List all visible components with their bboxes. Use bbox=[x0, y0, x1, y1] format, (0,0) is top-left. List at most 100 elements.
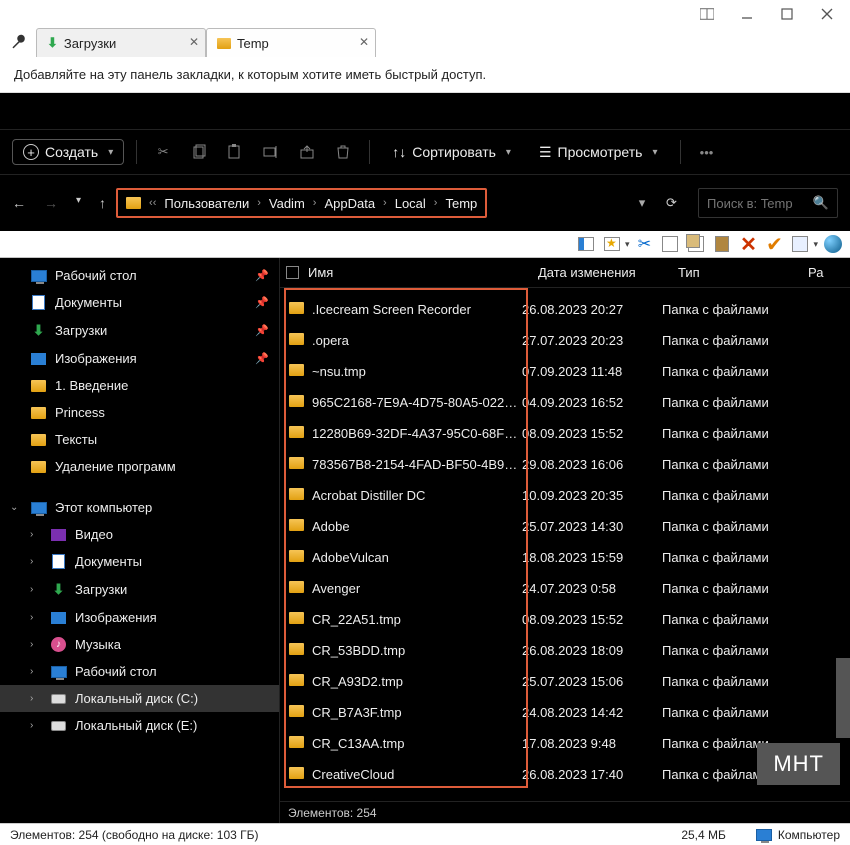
paste-icon[interactable] bbox=[221, 144, 249, 160]
chevron-down-icon[interactable]: ▾ bbox=[76, 195, 81, 211]
forward-icon[interactable]: → bbox=[44, 195, 58, 211]
address-dropdown-icon[interactable]: ▾ bbox=[628, 195, 656, 211]
breadcrumb-item[interactable]: Temp bbox=[445, 196, 477, 211]
file-row[interactable]: CR_B7A3F.tmp24.08.2023 14:42Папка с файл… bbox=[286, 697, 844, 728]
file-row[interactable]: .opera27.07.2023 20:23Папка с файлами bbox=[286, 325, 844, 356]
up-icon[interactable]: ↑ bbox=[99, 195, 106, 211]
sidebar-item-label: Тексты bbox=[55, 432, 97, 447]
delete-icon[interactable]: ✕ bbox=[737, 233, 759, 255]
file-type: Папка с файлами bbox=[662, 674, 792, 689]
minimize-icon[interactable] bbox=[736, 3, 758, 25]
chevron-right-icon[interactable]: › bbox=[30, 693, 33, 704]
sidebar-item[interactable]: Рабочий стол📌 bbox=[0, 262, 279, 289]
sidebar-item[interactable]: Princess bbox=[0, 399, 279, 426]
sidebar-item[interactable]: ›Документы bbox=[0, 548, 279, 575]
chevron-right-icon[interactable]: › bbox=[30, 584, 33, 595]
view-button[interactable]: ☰ Просмотреть ▾ bbox=[529, 140, 668, 165]
more-icon[interactable]: ••• bbox=[693, 145, 721, 160]
file-row[interactable]: Acrobat Distiller DC10.09.2023 20:35Папк… bbox=[286, 480, 844, 511]
breadcrumb-item[interactable]: Vadim bbox=[269, 196, 305, 211]
sidebar-item[interactable]: Удаление программ bbox=[0, 453, 279, 480]
column-date[interactable]: Дата изменения bbox=[538, 265, 678, 280]
sidebar-item[interactable]: Тексты bbox=[0, 426, 279, 453]
file-row[interactable]: CR_22A51.tmp08.09.2023 15:52Папка с файл… bbox=[286, 604, 844, 635]
select-all-checkbox[interactable] bbox=[286, 266, 299, 279]
breadcrumb-item[interactable]: Пользователи bbox=[164, 196, 249, 211]
sidebar-item[interactable]: ›Рабочий стол bbox=[0, 658, 279, 685]
clipboard-icon[interactable] bbox=[711, 233, 733, 255]
sidebar-item[interactable]: ›Видео bbox=[0, 521, 279, 548]
share-icon[interactable] bbox=[293, 144, 321, 160]
properties-icon[interactable] bbox=[789, 233, 811, 255]
sidebar-item[interactable]: ›Локальный диск (E:) bbox=[0, 712, 279, 739]
maximize-icon[interactable] bbox=[776, 3, 798, 25]
apply-icon[interactable]: ✔ bbox=[763, 233, 785, 255]
close-icon[interactable] bbox=[816, 3, 838, 25]
tab-downloads[interactable]: ⬇ Загрузки ✕ bbox=[36, 28, 206, 57]
file-row[interactable]: 965C2168-7E9A-4D75-80A5-022441CC...04.09… bbox=[286, 387, 844, 418]
chevron-right-icon[interactable]: › bbox=[30, 666, 33, 677]
tab-close-icon[interactable]: ✕ bbox=[189, 35, 199, 49]
chevron-right-icon[interactable]: › bbox=[30, 720, 33, 731]
sort-button[interactable]: ↑↓ Сортировать ▾ bbox=[382, 140, 521, 164]
chevron-down-icon: ▾ bbox=[652, 147, 657, 158]
file-date: 18.08.2023 15:59 bbox=[522, 550, 662, 565]
search-icon[interactable]: 🔍 bbox=[813, 195, 829, 211]
cut-icon[interactable]: ✂ bbox=[149, 144, 177, 160]
refresh-icon[interactable]: ⟳ bbox=[666, 195, 688, 211]
rename-icon[interactable] bbox=[257, 144, 285, 160]
create-button[interactable]: + Создать ▾ bbox=[12, 139, 124, 165]
file-row[interactable]: CR_53BDD.tmp26.08.2023 18:09Папка с файл… bbox=[286, 635, 844, 666]
chevron-right-icon[interactable]: › bbox=[30, 556, 33, 567]
window-titlebar bbox=[0, 0, 850, 28]
file-row[interactable]: Adobe25.07.2023 14:30Папка с файлами bbox=[286, 511, 844, 542]
sidebar-item[interactable]: 1. Введение bbox=[0, 372, 279, 399]
sidebar-item[interactable]: Изображения📌 bbox=[0, 345, 279, 372]
sidebar-item[interactable]: ›♪Музыка bbox=[0, 631, 279, 658]
tab-temp[interactable]: Temp ✕ bbox=[206, 28, 376, 57]
folder-icon bbox=[286, 674, 312, 689]
sidebar-this-pc[interactable]: ⌄ Этот компьютер bbox=[0, 494, 279, 521]
favorites-icon[interactable] bbox=[601, 233, 623, 255]
column-name[interactable]: Имя bbox=[308, 265, 538, 280]
file-row[interactable]: Avenger24.07.2023 0:58Папка с файлами bbox=[286, 573, 844, 604]
chevron-right-icon[interactable]: › bbox=[30, 612, 33, 623]
breadcrumb-item[interactable]: AppData bbox=[324, 196, 375, 211]
chevron-right-icon[interactable]: › bbox=[30, 529, 33, 540]
delete-icon[interactable] bbox=[329, 144, 357, 160]
file-date: 24.08.2023 14:42 bbox=[522, 705, 662, 720]
file-name: 12280B69-32DF-4A37-95C0-68FC2277... bbox=[312, 426, 522, 441]
wrench-icon[interactable] bbox=[0, 34, 36, 52]
sidebar-item[interactable]: Документы📌 bbox=[0, 289, 279, 316]
file-row[interactable]: AdobeVulcan18.08.2023 15:59Папка с файла… bbox=[286, 542, 844, 573]
tabs-panel-icon[interactable] bbox=[696, 3, 718, 25]
file-row[interactable]: 12280B69-32DF-4A37-95C0-68FC2277...08.09… bbox=[286, 418, 844, 449]
copy-icon[interactable] bbox=[185, 144, 213, 160]
copy-icon[interactable] bbox=[659, 233, 681, 255]
sidebar-item[interactable]: ⬇Загрузки📌 bbox=[0, 316, 279, 345]
back-icon[interactable]: ← bbox=[12, 195, 26, 211]
pin-icon: 📌 bbox=[255, 324, 269, 337]
file-row[interactable]: CR_A93D2.tmp25.07.2023 15:06Папка с файл… bbox=[286, 666, 844, 697]
breadcrumb-item[interactable]: Local bbox=[395, 196, 426, 211]
breadcrumb[interactable]: ‹‹ Пользователи› Vadim› AppData› Local› … bbox=[116, 188, 487, 218]
chevron-down-icon[interactable]: ⌄ bbox=[10, 502, 18, 513]
file-list[interactable]: .Icecream Screen Recorder26.08.2023 20:2… bbox=[280, 288, 850, 801]
column-type[interactable]: Тип bbox=[678, 265, 808, 280]
paste-icon[interactable] bbox=[685, 233, 707, 255]
sidebar-item[interactable]: ›⬇Загрузки bbox=[0, 575, 279, 604]
search-input[interactable] bbox=[707, 196, 807, 211]
globe-icon[interactable] bbox=[822, 233, 844, 255]
panel-layout-icon[interactable] bbox=[575, 233, 597, 255]
sidebar-item[interactable]: ›Изображения bbox=[0, 604, 279, 631]
file-row[interactable]: 783567B8-2154-4FAD-BF50-4B91B82D...29.08… bbox=[286, 449, 844, 480]
file-row[interactable]: .Icecream Screen Recorder26.08.2023 20:2… bbox=[286, 294, 844, 325]
sidebar-item[interactable]: ›Локальный диск (C:) bbox=[0, 685, 279, 712]
chevron-right-icon[interactable]: › bbox=[30, 639, 33, 650]
cut-icon[interactable]: ✂ bbox=[633, 233, 655, 255]
search-box[interactable]: 🔍 bbox=[698, 188, 838, 218]
file-row[interactable]: ~nsu.tmp07.09.2023 11:48Папка с файлами bbox=[286, 356, 844, 387]
column-ra[interactable]: Ра bbox=[808, 265, 850, 280]
tab-close-icon[interactable]: ✕ bbox=[359, 35, 369, 49]
scrollbar-thumb[interactable] bbox=[836, 658, 850, 738]
